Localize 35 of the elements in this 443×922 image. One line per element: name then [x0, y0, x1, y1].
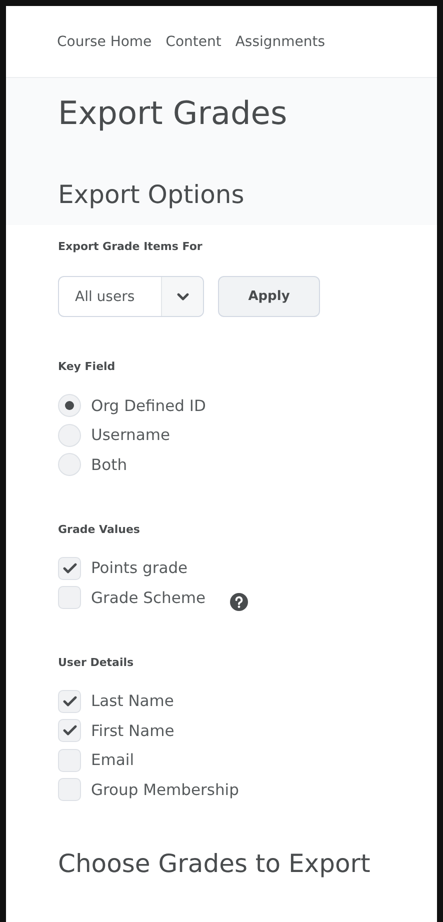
field-label: Export Grade Items For	[58, 239, 204, 255]
checkbox[interactable]	[58, 556, 81, 580]
option-label: Org Defined ID	[91, 396, 206, 415]
radio-button[interactable]	[58, 394, 81, 418]
option-label: Grade Scheme	[91, 588, 206, 607]
checkbox[interactable]	[58, 778, 81, 802]
checkmark-icon	[62, 562, 76, 574]
field-label: User Details	[58, 654, 135, 670]
checkmark-icon	[62, 696, 76, 707]
users-dropdown[interactable]: All users	[58, 276, 204, 317]
option-label: Email	[91, 751, 134, 770]
help-icon[interactable]	[230, 592, 248, 611]
page-title: Export Grades	[58, 93, 288, 134]
nav-link[interactable]: Assignments	[235, 34, 326, 50]
option-label: Group Membership	[91, 780, 239, 799]
option-label: First Name	[91, 722, 174, 740]
option-label: Last Name	[91, 692, 174, 710]
radio-button[interactable]	[58, 424, 81, 447]
checkbox[interactable]	[58, 586, 81, 610]
section-heading: Choose Grades to Export	[58, 848, 372, 880]
nav-link[interactable]: Content	[166, 34, 222, 50]
field-label: Key Field	[58, 359, 116, 375]
option-label: Username	[91, 426, 170, 444]
field-label: Grade Values	[58, 522, 141, 538]
checkbox[interactable]	[58, 690, 81, 713]
checkbox[interactable]	[58, 719, 81, 742]
checkmark-icon	[62, 725, 76, 736]
checkbox[interactable]	[58, 748, 81, 772]
radio-button[interactable]	[58, 453, 81, 476]
chevron-icon	[176, 292, 188, 300]
section-heading: Export Options	[58, 179, 246, 211]
apply-button[interactable]: Apply	[218, 276, 320, 317]
option-label: Both	[91, 456, 128, 474]
nav-link[interactable]: Course Home	[57, 34, 152, 50]
option-label: Points grade	[91, 559, 188, 578]
